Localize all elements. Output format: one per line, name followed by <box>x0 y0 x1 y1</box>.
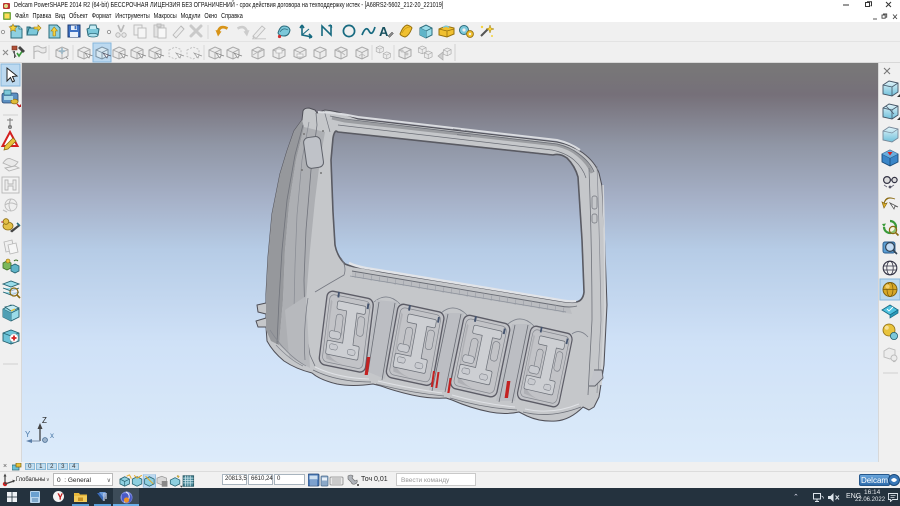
svg-text:A: A <box>379 24 389 39</box>
svg-text:Y: Y <box>25 430 31 439</box>
svg-text:x: x <box>50 431 54 440</box>
svg-text:Z: Z <box>42 416 47 425</box>
